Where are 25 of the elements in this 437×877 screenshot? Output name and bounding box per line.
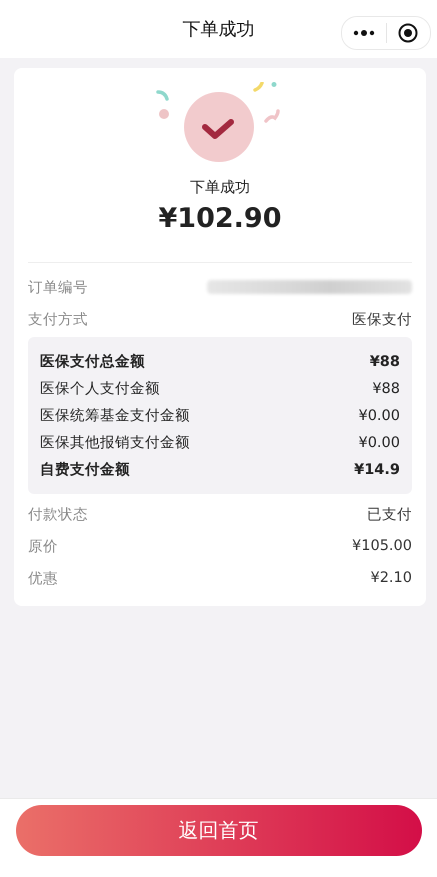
row-label: 付款状态: [28, 506, 88, 524]
breakdown-value: ¥88: [372, 380, 400, 396]
row-value: ¥105.00: [352, 538, 412, 554]
page-title: 下单成功: [182, 18, 254, 41]
row-value: 医保支付: [352, 310, 412, 328]
target-icon: [398, 23, 418, 43]
row-value: ¥2.10: [370, 570, 412, 586]
status-text: 下单成功: [190, 178, 250, 197]
breakdown-label: 医保统筹基金支付金额: [40, 406, 190, 425]
breakdown-label: 医保个人支付金额: [40, 380, 160, 398]
back-home-button[interactable]: 返回首页: [16, 805, 422, 856]
row-value: 已支付: [367, 506, 412, 524]
breakdown-value: ¥0.00: [358, 408, 400, 424]
breakdown-value: ¥14.9: [354, 462, 400, 478]
total-amount: ¥102.90: [158, 203, 282, 234]
breakdown-value: ¥88: [370, 354, 400, 370]
breakdown-label: 自费支付金额: [40, 460, 130, 479]
breakdown-value: ¥0.00: [358, 434, 400, 450]
breakdown-label: 医保其他报销支付金额: [40, 434, 190, 452]
breakdown-label: 医保支付总金额: [40, 352, 145, 371]
row-label: 订单编号: [28, 278, 88, 296]
row-label: 支付方式: [28, 310, 88, 328]
more-icon: [352, 30, 375, 36]
row-label: 原价: [28, 538, 58, 556]
row-label: 优惠: [28, 570, 58, 588]
